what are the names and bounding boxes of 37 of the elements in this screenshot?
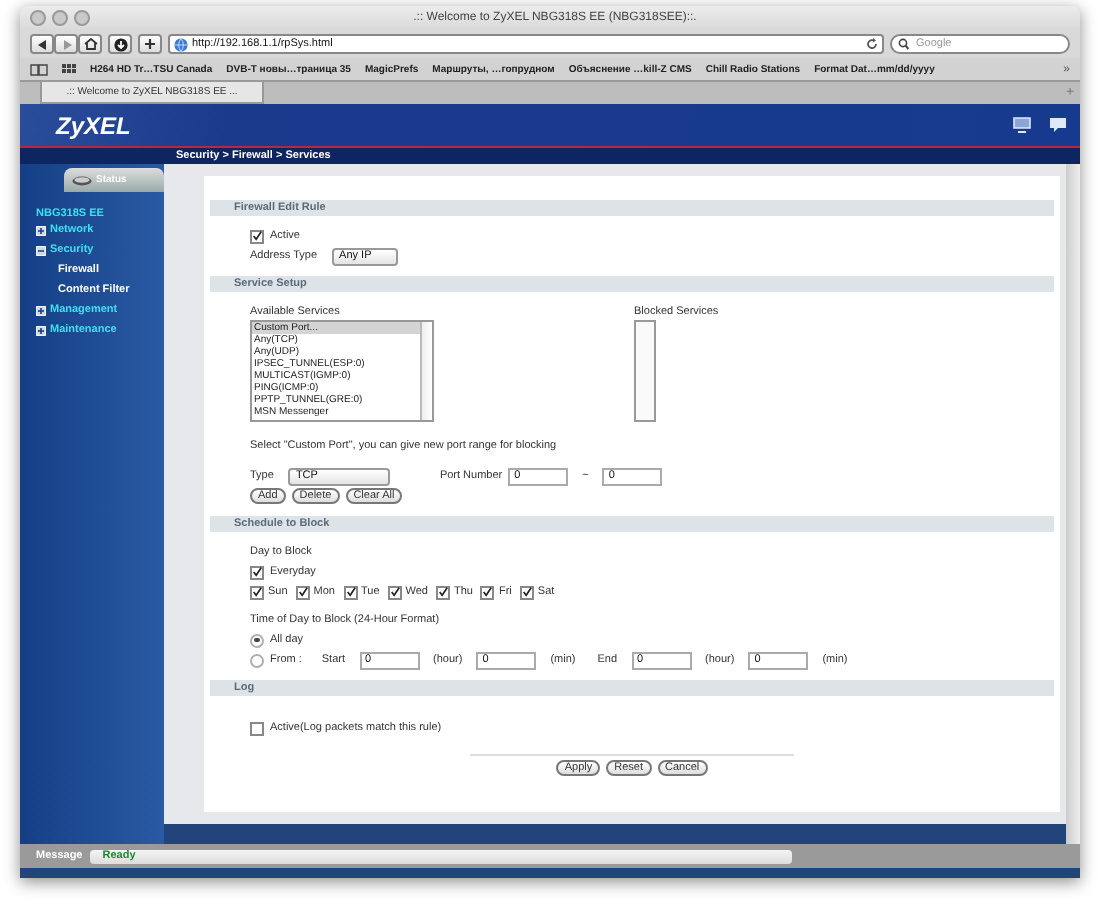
back-arrow-icon [37, 39, 47, 49]
checkbox[interactable] [480, 585, 495, 599]
checkbox[interactable] [519, 585, 534, 599]
book-icon[interactable] [30, 63, 48, 75]
plus-icon [144, 38, 156, 50]
radio-button[interactable] [250, 653, 264, 667]
router-icon [72, 175, 92, 185]
chat-icon[interactable] [1048, 116, 1068, 134]
download-icon [113, 37, 127, 51]
checkbox[interactable] [250, 229, 264, 243]
search-icon [898, 38, 912, 50]
checkbox[interactable] [295, 585, 310, 599]
logo: ZyXEL [56, 111, 131, 139]
collapse-icon[interactable] [36, 245, 46, 255]
back-button[interactable] [30, 34, 54, 54]
radio-button[interactable] [250, 633, 264, 647]
expand-icon[interactable] [36, 225, 46, 235]
expand-icon[interactable] [36, 305, 46, 315]
checkbox[interactable] [436, 585, 450, 599]
add-bookmark-button[interactable] [138, 34, 162, 54]
download-button[interactable] [108, 34, 132, 54]
grid-icon[interactable] [62, 63, 76, 75]
forward-arrow-icon [61, 39, 71, 49]
blocked-listbox[interactable] [634, 320, 656, 422]
home-icon [83, 38, 97, 50]
checkbox[interactable] [250, 565, 264, 579]
home-button[interactable] [78, 34, 102, 54]
reload-icon[interactable] [866, 38, 878, 50]
checkbox[interactable] [250, 585, 264, 599]
expand-icon[interactable] [36, 325, 46, 335]
monitor-icon[interactable] [1012, 116, 1032, 134]
checkbox[interactable] [387, 585, 402, 599]
scrollbar[interactable] [420, 322, 432, 420]
globe-icon [174, 37, 188, 51]
checkbox[interactable] [343, 585, 357, 599]
checkbox[interactable] [250, 721, 264, 735]
scrollbar[interactable] [1066, 164, 1080, 844]
